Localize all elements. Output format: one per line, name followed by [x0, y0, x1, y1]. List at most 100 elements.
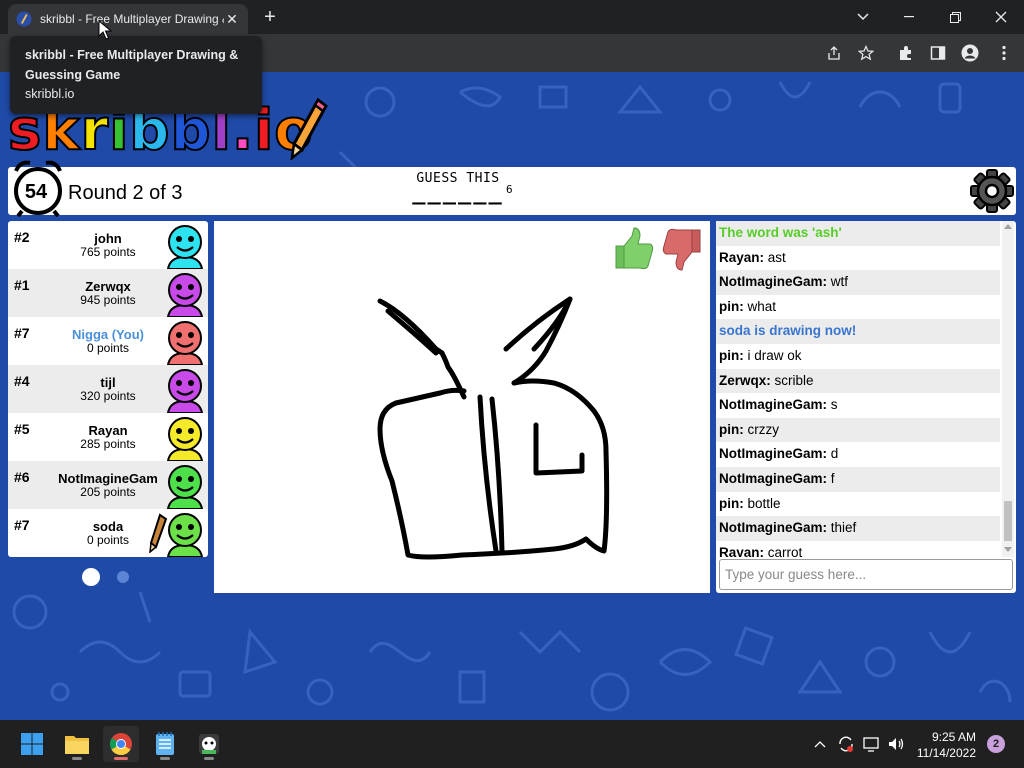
- chat-message: soda is drawing now!: [716, 319, 1000, 344]
- player-avatar: [166, 465, 204, 509]
- thumbs-up-icon[interactable]: [612, 226, 656, 272]
- start-button[interactable]: [14, 726, 50, 762]
- player-rank: #7: [14, 517, 30, 533]
- notepad-button[interactable]: [147, 726, 183, 762]
- player-avatar: [166, 513, 204, 557]
- player-avatar: [166, 225, 204, 269]
- chat-text: i draw ok: [743, 347, 802, 363]
- browser-tab[interactable]: skribbl - Free Multiplayer Drawing & Gue…: [8, 4, 248, 34]
- player-points: 320 points: [80, 389, 136, 403]
- minimize-icon[interactable]: [886, 0, 932, 34]
- chat-message: NotImagineGam: wtf: [716, 270, 1000, 295]
- player-row[interactable]: #1 Zerwqx 945 points: [8, 269, 208, 317]
- chat-scrollbar[interactable]: [1002, 221, 1014, 557]
- tooltip-title: skribbl - Free Multiplayer Drawing & Gue…: [25, 48, 239, 82]
- chat-panel: The word was 'ash' Rayan: ast NotImagineGa…: [716, 221, 1016, 593]
- chat-text: what: [743, 298, 777, 314]
- chat-text: carrot: [764, 544, 803, 557]
- chat-username: pin:: [719, 298, 744, 314]
- player-name: Zerwqx: [85, 279, 131, 294]
- bookmark-star-icon[interactable]: [856, 43, 876, 63]
- player-rank: #5: [14, 421, 30, 437]
- game-app-icon: [199, 734, 219, 754]
- chat-message: NotImagineGam: thief: [716, 516, 1000, 541]
- app-indicator: [160, 757, 170, 760]
- notepad-icon: [156, 732, 174, 755]
- player-points: 205 points: [80, 485, 136, 499]
- player-points: 945 points: [80, 293, 136, 307]
- chat-text: thief: [827, 520, 857, 536]
- chat-text: crzzy: [743, 421, 780, 437]
- player-rank: #2: [14, 229, 30, 245]
- pager-dot[interactable]: [117, 571, 129, 583]
- chrome-button[interactable]: [103, 726, 139, 762]
- player-row[interactable]: #7 Nigga (You) 0 points: [8, 317, 208, 365]
- chat-message: NotImagineGam: f: [716, 466, 1000, 492]
- scroll-down-icon[interactable]: [1004, 547, 1012, 553]
- chat-username: NotImagineGam:: [719, 274, 828, 290]
- guess-input[interactable]: [719, 559, 1013, 590]
- new-tab-button[interactable]: +: [258, 6, 282, 28]
- player-name: Rayan: [88, 423, 128, 438]
- close-tab-icon[interactable]: ✕: [224, 11, 240, 28]
- pager-dot-active[interactable]: [82, 568, 100, 586]
- drawing-strokes: [377, 296, 610, 560]
- network-icon[interactable]: [862, 734, 882, 754]
- logo-pencil-icon: [290, 98, 328, 160]
- thumbs-down-icon[interactable]: [660, 226, 704, 272]
- player-row[interactable]: #5 Rayan 285 points: [8, 413, 208, 461]
- player-rank: #4: [14, 373, 30, 389]
- restore-icon[interactable]: [932, 0, 978, 34]
- drawing-canvas[interactable]: [214, 221, 710, 593]
- settings-gear-icon[interactable]: [970, 169, 1014, 213]
- taskbar-clock[interactable]: 9:25 AM 11/14/2022: [900, 729, 976, 761]
- sync-icon[interactable]: [836, 734, 856, 754]
- tab-search-icon[interactable]: [840, 0, 886, 34]
- show-hidden-icons-icon[interactable]: [810, 734, 830, 754]
- chat-username: pin:: [719, 421, 744, 437]
- taskbar-date: 11/14/2022: [916, 746, 976, 760]
- side-panel-icon[interactable]: [928, 43, 948, 63]
- chat-scroll-thumb[interactable]: [1004, 501, 1012, 541]
- player-row[interactable]: #6 NotImagineGam 205 points: [8, 461, 208, 509]
- player-row[interactable]: #7 soda 0 points: [8, 509, 208, 557]
- player-rank: #6: [14, 469, 30, 485]
- chat-message: NotImagineGam: d: [716, 442, 1000, 467]
- file-explorer-button[interactable]: [59, 726, 95, 762]
- round-indicator: Round 2 of 3: [68, 182, 183, 204]
- chat-text: scrible: [770, 372, 814, 388]
- chat-text: soda is drawing now!: [719, 323, 857, 339]
- notification-badge[interactable]: 2: [987, 735, 1005, 753]
- profile-icon[interactable]: [960, 43, 980, 63]
- chat-message: Rayan: ast: [716, 246, 1000, 271]
- player-row[interactable]: #2 john 765 points: [8, 221, 208, 269]
- player-name: tijl: [100, 375, 116, 390]
- chat-text: The word was 'ash': [719, 225, 842, 240]
- tooltip-url: skribbl.io: [25, 87, 75, 101]
- player-avatar: [166, 369, 204, 413]
- players-list: #2 john 765 points #1 Zerwqx 945 points #7 Nigg…: [8, 221, 208, 557]
- more-menu-icon[interactable]: [994, 43, 1014, 63]
- players-pager: [82, 568, 142, 586]
- chat-text: bottle: [743, 495, 781, 511]
- player-rank: #7: [14, 325, 30, 341]
- chat-message: pin: what: [716, 295, 1000, 320]
- chat-message: Rayan: carrot: [716, 541, 1000, 557]
- tab-hover-tooltip: skribbl - Free Multiplayer Drawing & Gue…: [10, 36, 262, 114]
- scroll-up-icon[interactable]: [1004, 223, 1012, 229]
- close-window-icon[interactable]: [978, 0, 1024, 34]
- taskbar-time: 9:25 AM: [931, 730, 976, 744]
- share-icon[interactable]: [824, 43, 844, 63]
- chat-text: ast: [764, 249, 786, 265]
- player-name: NotImagineGam: [58, 471, 158, 486]
- tab-title: skribbl - Free Multiplayer Drawing & Gue…: [40, 12, 224, 26]
- extensions-icon[interactable]: [896, 43, 916, 63]
- chat-message: NotImagineGam: s: [716, 393, 1000, 418]
- windows-taskbar: 9:25 AM 11/14/2022 2: [0, 720, 1024, 768]
- player-rank: #1: [14, 277, 30, 293]
- player-row[interactable]: #4 tijl 320 points: [8, 365, 208, 413]
- game-app-button[interactable]: [191, 726, 227, 762]
- chat-text: d: [827, 446, 839, 462]
- chat-message: pin: crzzy: [716, 417, 1000, 443]
- chat-text: s: [827, 397, 838, 413]
